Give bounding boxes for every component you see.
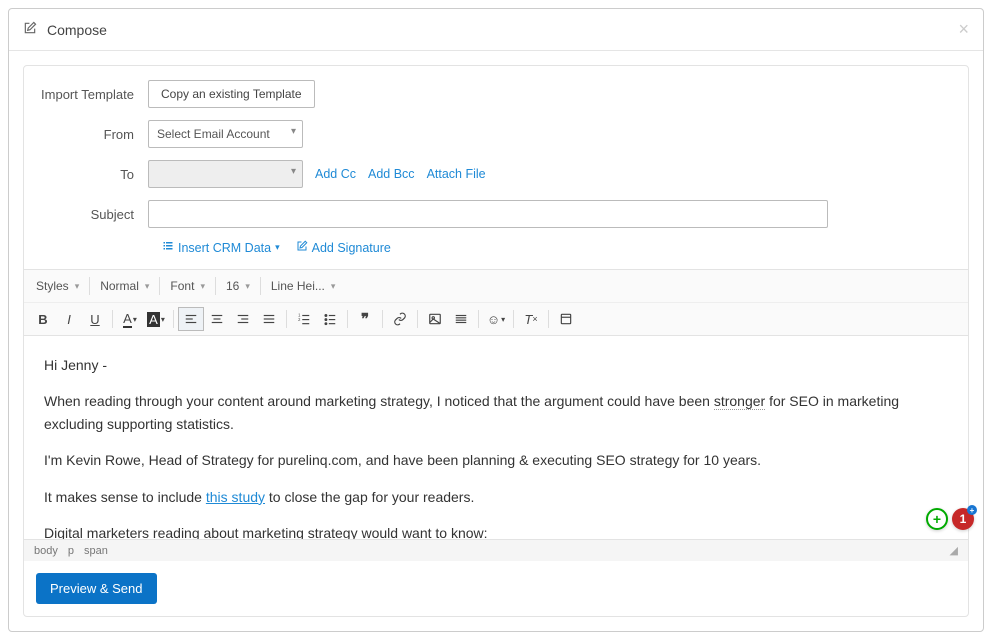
editor-content[interactable]: Hi Jenny - When reading through your con… <box>24 336 968 539</box>
align-center-button[interactable] <box>204 307 230 331</box>
table-button[interactable] <box>448 307 474 331</box>
modal-title: Compose <box>47 22 107 38</box>
preview-send-button[interactable]: Preview & Send <box>36 573 157 604</box>
link-button[interactable] <box>387 307 413 331</box>
lineheight-dropdown[interactable]: Line Hei...▾ <box>265 274 342 298</box>
list-icon <box>162 240 174 255</box>
attach-file-link[interactable]: Attach File <box>427 167 486 181</box>
help-widget-icon[interactable]: + <box>926 508 948 530</box>
emoji-button[interactable]: ☺▾ <box>483 307 509 331</box>
unordered-list-button[interactable] <box>317 307 343 331</box>
paragraph-1: When reading through your content around… <box>44 390 948 435</box>
from-select[interactable]: Select Email Account <box>148 120 303 148</box>
notification-widget-icon[interactable]: 1 + <box>952 508 974 530</box>
this-study-link[interactable]: this study <box>206 489 265 505</box>
editor-status-bar: body p span ◢ <box>24 539 968 561</box>
source-button[interactable] <box>553 307 579 331</box>
modal-body: Import Template Copy an existing Templat… <box>9 51 983 631</box>
align-justify-button[interactable] <box>256 307 282 331</box>
blockquote-button[interactable]: ❞ <box>352 307 378 331</box>
crm-signature-links: Insert CRM Data ▾ Add Signature <box>162 240 954 255</box>
svg-text:2: 2 <box>298 317 301 322</box>
compose-modal: Compose × Import Template Copy an existi… <box>8 8 984 632</box>
to-label: To <box>38 167 148 182</box>
font-color-button[interactable]: A▾ <box>117 307 143 331</box>
toolbar-row-2: B I U A▾ A▾ 12 ❞ <box>24 302 968 335</box>
form-panel: Import Template Copy an existing Templat… <box>23 65 969 617</box>
add-cc-link[interactable]: Add Cc <box>315 167 356 181</box>
row-to: To Add Cc Add Bcc Attach File <box>38 160 954 188</box>
toolbar-row-1: Styles▾ Normal▾ Font▾ 16▾ Line Hei...▾ <box>24 270 968 302</box>
add-signature-label: Add Signature <box>312 241 391 255</box>
copy-template-button[interactable]: Copy an existing Template <box>148 80 315 108</box>
modal-header: Compose × <box>9 9 983 51</box>
paragraph-2: I'm Kevin Rowe, Head of Strategy for pur… <box>44 449 948 471</box>
floating-widgets: + 1 + <box>926 508 974 530</box>
clear-format-button[interactable]: T× <box>518 307 544 331</box>
image-button[interactable] <box>422 307 448 331</box>
chevron-down-icon: ▾ <box>275 242 280 253</box>
insert-crm-data-link[interactable]: Insert CRM Data ▾ <box>162 240 280 255</box>
bold-button[interactable]: B <box>30 307 56 331</box>
resize-handle-icon[interactable]: ◢ <box>950 544 958 557</box>
format-dropdown[interactable]: Normal▾ <box>94 274 155 298</box>
row-subject: Subject <box>38 200 954 228</box>
form-footer: Preview & Send <box>24 561 968 616</box>
form-fields: Import Template Copy an existing Templat… <box>24 66 968 269</box>
ordered-list-button[interactable]: 12 <box>291 307 317 331</box>
from-label: From <box>38 127 148 142</box>
underline-button[interactable]: U <box>82 307 108 331</box>
align-right-button[interactable] <box>230 307 256 331</box>
styles-dropdown[interactable]: Styles▾ <box>30 274 85 298</box>
compose-icon <box>23 21 37 38</box>
fontsize-dropdown[interactable]: 16▾ <box>220 274 256 298</box>
notification-badge: + <box>967 505 977 515</box>
to-select[interactable] <box>148 160 303 188</box>
paragraph-3: It makes sense to include this study to … <box>44 486 948 508</box>
path-p[interactable]: p <box>68 545 74 557</box>
edit-icon <box>296 240 308 255</box>
font-dropdown[interactable]: Font▾ <box>164 274 211 298</box>
insert-crm-label: Insert CRM Data <box>178 241 271 255</box>
row-import-template: Import Template Copy an existing Templat… <box>38 80 954 108</box>
subject-input[interactable] <box>148 200 828 228</box>
greeting: Hi Jenny - <box>44 354 948 376</box>
from-select-wrap: Select Email Account <box>148 120 303 148</box>
path-body[interactable]: body <box>34 545 58 557</box>
align-left-button[interactable] <box>178 307 204 331</box>
subject-label: Subject <box>38 207 148 222</box>
row-from: From Select Email Account <box>38 120 954 148</box>
add-signature-link[interactable]: Add Signature <box>296 240 391 255</box>
paragraph-4: Digital marketers reading about marketin… <box>44 522 948 539</box>
to-select-wrap <box>148 160 303 188</box>
add-bcc-link[interactable]: Add Bcc <box>368 167 415 181</box>
italic-button[interactable]: I <box>56 307 82 331</box>
editor-toolbar: Styles▾ Normal▾ Font▾ 16▾ Line Hei...▾ B… <box>24 269 968 336</box>
close-icon[interactable]: × <box>958 19 969 40</box>
bg-color-button[interactable]: A▾ <box>143 307 169 331</box>
path-span[interactable]: span <box>84 545 108 557</box>
import-template-label: Import Template <box>38 87 148 102</box>
